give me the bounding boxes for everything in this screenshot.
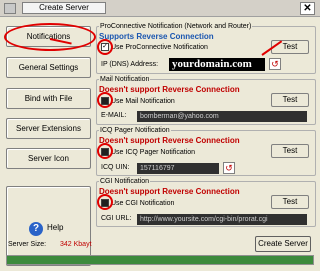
icq-uin-field[interactable]: 157116797 xyxy=(137,163,219,174)
icq-reset-icon[interactable]: ↺ xyxy=(223,162,235,174)
mail-support-text: Doesn't support Reverse Connection xyxy=(99,85,240,94)
annotation-circle-mail-checkbox xyxy=(97,92,113,108)
icq-checkbox-label: Use ICQ Pager Notification xyxy=(111,149,196,156)
server-size-label: Server Size: xyxy=(8,241,47,248)
create-server-button[interactable]: Create Server xyxy=(255,236,311,252)
cgi-checkbox-label: Use CGI Notification xyxy=(111,200,175,207)
app-icon xyxy=(4,3,16,14)
help-icon: ? xyxy=(29,222,43,236)
cgi-url-label: CGI URL: xyxy=(101,215,132,222)
ip-address-label: IP (DNS) Address: xyxy=(101,61,159,68)
close-icon[interactable]: ✕ xyxy=(300,2,315,15)
proconnective-group: ProConnective Notification (Network and … xyxy=(96,22,316,74)
icq-checkbox-row[interactable]: Use ICQ Pager Notification xyxy=(101,148,195,157)
annotation-circle-proconnective-checkbox xyxy=(97,39,113,55)
server-icon-button[interactable]: Server Icon xyxy=(6,148,91,169)
window-title: Create Server xyxy=(22,2,106,14)
help-button[interactable]: ? Help xyxy=(6,186,91,266)
icq-uin-label: ICQ UIN: xyxy=(101,164,130,171)
proconnective-group-title: ProConnective Notification (Network and … xyxy=(99,22,253,31)
cgi-group: CGI Notification Doesn't support Reverse… xyxy=(96,177,316,227)
ip-reset-icon[interactable]: ↺ xyxy=(269,58,281,70)
icq-group: ICQ Pager Notification Doesn't support R… xyxy=(96,126,316,176)
proconnective-checkbox-row[interactable]: ✓ Use ProConnective Notification xyxy=(101,43,208,52)
cgi-support-text: Doesn't support Reverse Connection xyxy=(99,187,240,196)
general-settings-button[interactable]: General Settings xyxy=(6,57,91,78)
progress-fill xyxy=(7,256,313,264)
proconnective-checkbox-label: Use ProConnective Notification xyxy=(111,44,208,51)
email-field[interactable]: bomberman@yahoo.com xyxy=(137,111,307,122)
title-bar: Create Server ✕ xyxy=(0,0,320,17)
email-label: E-MAIL: xyxy=(101,112,127,119)
server-extensions-button[interactable]: Server Extensions xyxy=(6,118,91,139)
bind-with-file-button[interactable]: Bind with File xyxy=(6,88,91,109)
server-size-value: 342 Kbayt xyxy=(60,241,92,248)
icq-test-button[interactable]: Test xyxy=(271,144,309,158)
icq-group-title: ICQ Pager Notification xyxy=(99,126,171,135)
mail-checkbox-label: Use Mail Notification xyxy=(111,98,175,105)
mail-group: Mail Notification Doesn't support Revers… xyxy=(96,75,316,125)
proconnective-support-text: Supports Reverse Connection xyxy=(99,32,214,41)
ip-address-field[interactable]: yourdomain.com xyxy=(169,58,265,71)
cgi-test-button[interactable]: Test xyxy=(271,195,309,209)
cgi-url-field[interactable]: http://www.yoursite.com/cgi-bin/prorat.c… xyxy=(137,214,307,225)
mail-test-button[interactable]: Test xyxy=(271,93,309,107)
annotation-circle-cgi-checkbox xyxy=(97,194,113,210)
cgi-group-title: CGI Notification xyxy=(99,177,151,186)
progress-bar xyxy=(6,255,314,265)
help-label: Help xyxy=(47,223,64,232)
mail-group-title: Mail Notification xyxy=(99,75,151,84)
annotation-circle-icq-checkbox xyxy=(97,143,113,159)
icq-support-text: Doesn't support Reverse Connection xyxy=(99,136,240,145)
